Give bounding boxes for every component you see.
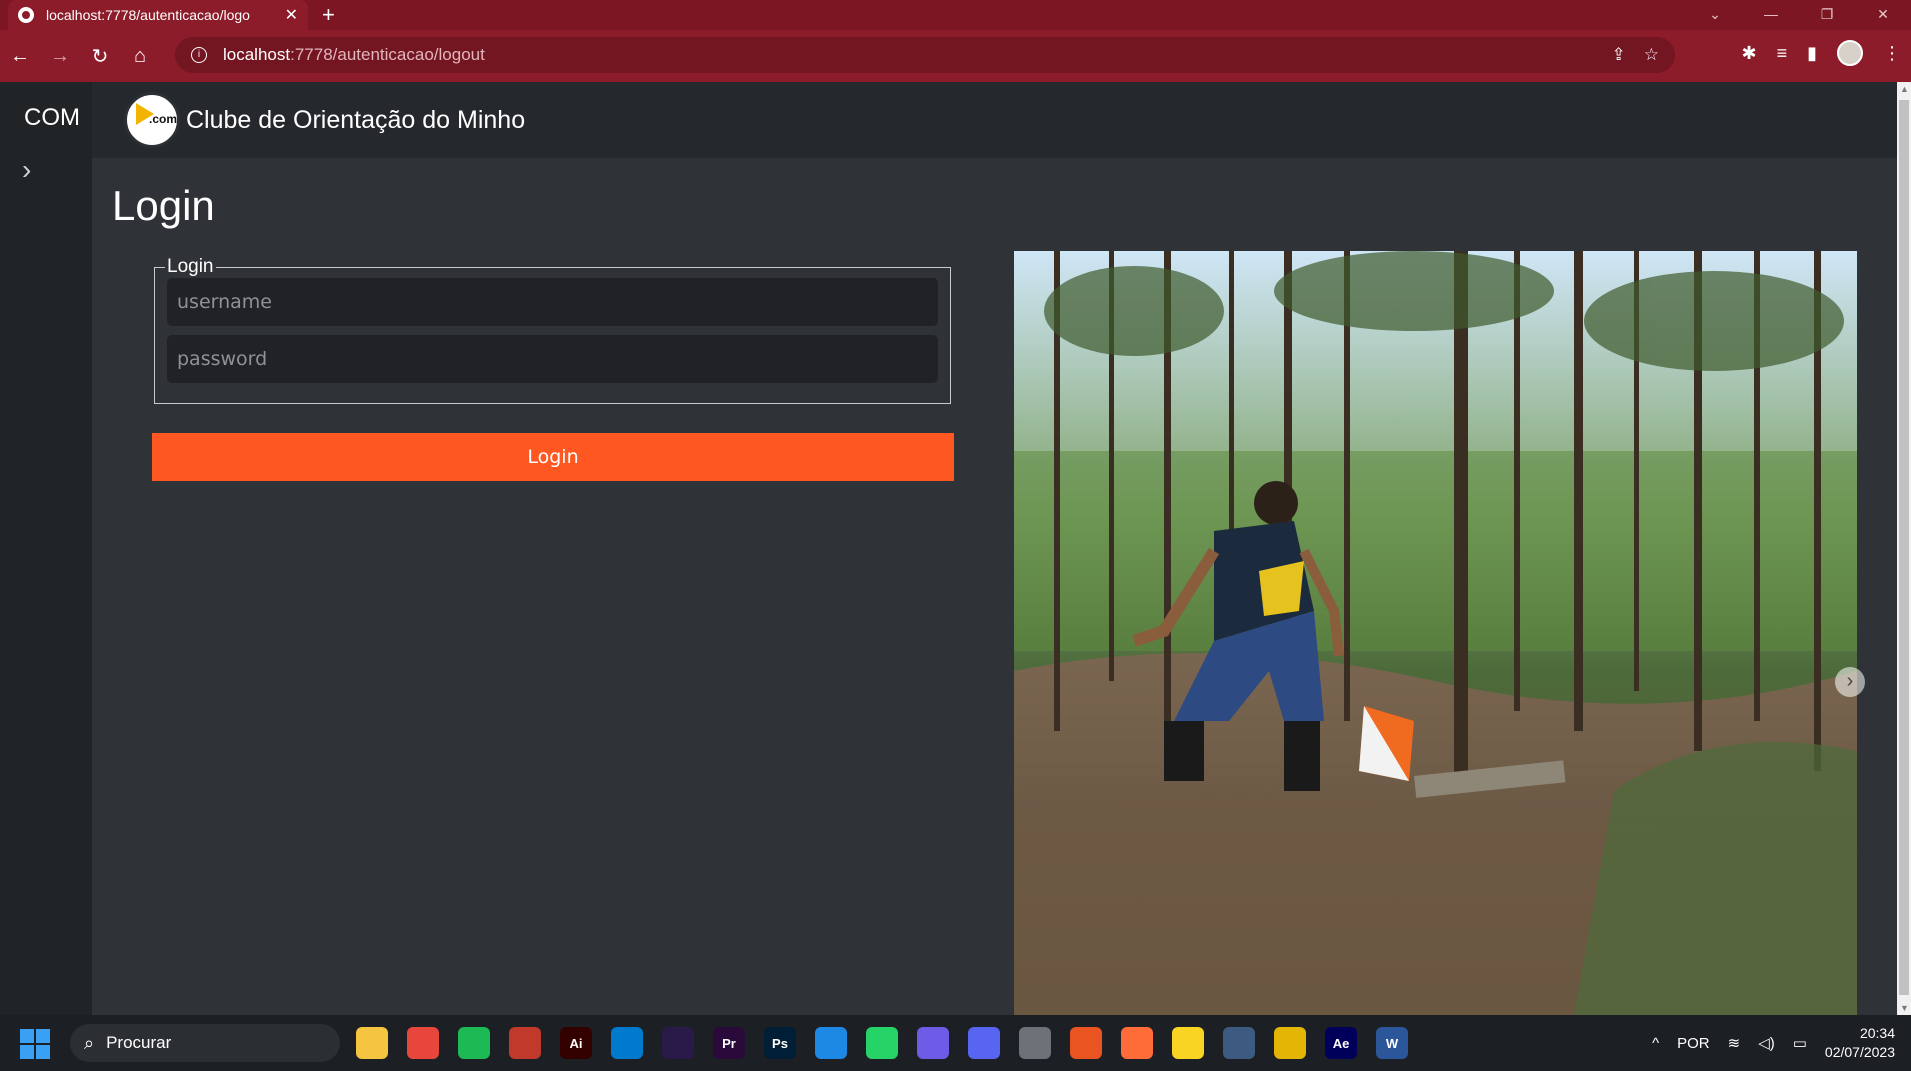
tray-chevron-icon[interactable]: ^	[1652, 1035, 1659, 1052]
scroll-up-icon[interactable]: ▲	[1900, 84, 1909, 94]
menu-kebab-icon[interactable]: ⋮	[1883, 43, 1901, 64]
browser-tabstrip: localhost:7778/autenticacao/logo ✕ + ⌄ —…	[0, 0, 1911, 30]
login-button[interactable]: Login	[152, 433, 954, 481]
app-gray-icon[interactable]	[1019, 1027, 1051, 1059]
club-logo[interactable]: .com	[124, 92, 180, 148]
virtualbox-icon[interactable]	[1223, 1027, 1255, 1059]
url-host: localhost	[223, 45, 291, 64]
volume-icon[interactable]: ◁)	[1758, 1034, 1775, 1052]
profile-avatar[interactable]	[1837, 40, 1863, 66]
taskbar-search-label: Procurar	[106, 1033, 172, 1052]
wifi-icon[interactable]: ≋	[1728, 1034, 1741, 1052]
browser-toolbar: ← → ↻ ⌂ i localhost:7778/autenticacao/lo…	[0, 30, 1911, 82]
windows-start-icon[interactable]	[20, 1029, 50, 1059]
login-legend: Login	[167, 256, 214, 277]
clock-time: 20:34	[1859, 1025, 1895, 1041]
new-tab-button[interactable]: +	[322, 2, 335, 28]
ubuntu-icon[interactable]	[1070, 1027, 1102, 1059]
premiere-rush-icon[interactable]	[662, 1027, 694, 1059]
discord-icon[interactable]	[968, 1027, 1000, 1059]
word-icon[interactable]: W	[1376, 1027, 1408, 1059]
mail-icon[interactable]	[815, 1027, 847, 1059]
app-purple-icon[interactable]	[917, 1027, 949, 1059]
taskbar-clock[interactable]: 20:34 02/07/2023	[1825, 1024, 1895, 1062]
page-scrollbar[interactable]: ▲ ▼	[1897, 82, 1911, 1015]
forward-icon[interactable]: →	[40, 45, 80, 68]
bookmark-star-icon[interactable]: ☆	[1644, 45, 1659, 65]
url-path: :7778/autenticacao/logout	[290, 45, 485, 64]
page-title: Login	[112, 182, 215, 229]
logo-text: .com	[149, 112, 178, 126]
scroll-down-icon[interactable]: ▼	[1900, 1003, 1909, 1013]
username-input[interactable]	[167, 278, 938, 326]
spotify-icon[interactable]	[458, 1027, 490, 1059]
restore-button[interactable]: ❐	[1799, 0, 1855, 30]
illustrator-icon[interactable]: Ai	[560, 1027, 592, 1059]
language-indicator[interactable]: POR	[1677, 1035, 1710, 1052]
sidebar: COM ›	[0, 82, 92, 1015]
address-bar[interactable]: i localhost:7778/autenticacao/logout ⇪ ☆	[175, 37, 1675, 73]
file-explorer-icon[interactable]	[356, 1027, 388, 1059]
photoshop-icon[interactable]: Ps	[764, 1027, 796, 1059]
search-icon: ⌕	[84, 1032, 95, 1053]
tab-title: localhost:7778/autenticacao/logo	[46, 7, 250, 23]
whatsapp-icon[interactable]	[866, 1027, 898, 1059]
bulb-icon[interactable]	[1172, 1027, 1204, 1059]
password-input[interactable]	[167, 335, 938, 383]
site-title[interactable]: Clube de Orientação do Minho	[186, 106, 525, 135]
app-yellow-icon[interactable]	[1274, 1027, 1306, 1059]
reload-icon[interactable]: ↻	[80, 44, 120, 69]
taskbar-apps: Ai Pr Ps Ae W	[356, 1027, 1408, 1059]
system-tray: ^ POR ≋ ◁) ▭ 20:34 02/07/2023	[1652, 1015, 1895, 1071]
extensions-icon[interactable]: ✱	[1741, 43, 1756, 64]
login-fieldset: Login	[154, 256, 951, 404]
home-icon[interactable]: ⌂	[120, 45, 160, 68]
carousel-next-button[interactable]: ›	[1835, 667, 1865, 697]
taskbar-search[interactable]: ⌕ Procurar	[70, 1024, 340, 1062]
tab-search-icon[interactable]: ⌄	[1687, 0, 1743, 30]
top-navbar: .com Clube de Orientação do Minho	[92, 82, 1897, 158]
app-red-icon[interactable]	[509, 1027, 541, 1059]
side-panel-icon[interactable]: ▮	[1807, 43, 1817, 64]
back-icon[interactable]: ←	[0, 45, 40, 68]
os-taskbar: ⌕ Procurar Ai Pr Ps Ae W ^ POR ≋ ◁) ▭ 20:34 …	[0, 1015, 1911, 1071]
share-icon[interactable]: ⇪	[1612, 45, 1626, 65]
window-controls: ⌄ — ❐ ✕	[1687, 0, 1911, 30]
scrollbar-thumb[interactable]	[1899, 100, 1909, 995]
close-window-button[interactable]: ✕	[1855, 0, 1911, 30]
sidebar-expand-icon[interactable]: ›	[22, 154, 31, 186]
tab-close-icon[interactable]: ✕	[285, 5, 298, 25]
reading-list-icon[interactable]: ≡	[1777, 43, 1788, 64]
minimize-button[interactable]: —	[1743, 0, 1799, 30]
sidebar-brand[interactable]: COM	[24, 104, 80, 132]
carousel-image	[1014, 251, 1857, 1015]
site-info-icon[interactable]: i	[191, 47, 207, 63]
battery-icon[interactable]: ▭	[1793, 1034, 1807, 1052]
after-effects-icon[interactable]: Ae	[1325, 1027, 1357, 1059]
premiere-icon[interactable]: Pr	[713, 1027, 745, 1059]
browser-tab[interactable]: localhost:7778/autenticacao/logo ✕	[8, 0, 308, 30]
favicon-icon	[18, 7, 34, 23]
chrome-icon[interactable]	[407, 1027, 439, 1059]
vscode-icon[interactable]	[611, 1027, 643, 1059]
postman-icon[interactable]	[1121, 1027, 1153, 1059]
clock-date: 02/07/2023	[1824, 1044, 1895, 1060]
